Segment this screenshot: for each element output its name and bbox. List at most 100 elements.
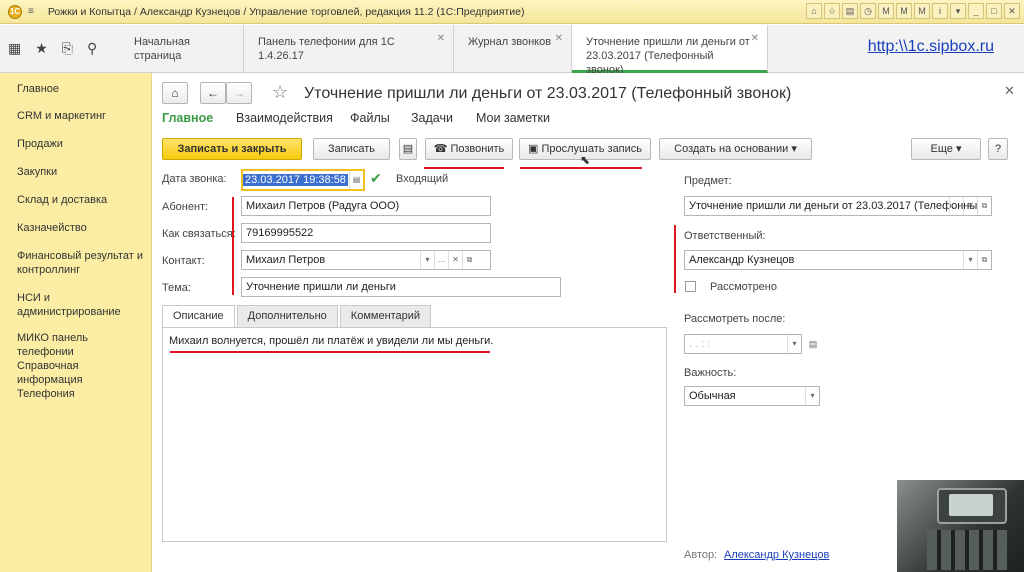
- tab-comment[interactable]: Комментарий: [339, 305, 432, 327]
- window-close-icon[interactable]: ✕: [1004, 3, 1020, 19]
- incoming-checkbox[interactable]: ✔: [370, 170, 382, 187]
- sidebar-item-miko[interactable]: МИКО панель телефонии: [17, 331, 145, 359]
- sidebar-item-reference[interactable]: Справочная информация: [17, 359, 145, 387]
- author-link[interactable]: Александр Кузнецов: [724, 549, 829, 561]
- maximize-icon[interactable]: □: [986, 3, 1002, 19]
- main-menu-icon[interactable]: ≡: [28, 6, 34, 17]
- info-icon[interactable]: i: [932, 3, 948, 19]
- sidebar-item-crm[interactable]: CRM и маркетинг: [17, 109, 145, 123]
- dropdown-icon[interactable]: ▾: [950, 3, 966, 19]
- minimize-icon[interactable]: _: [968, 3, 984, 19]
- site-link[interactable]: http:\\1c.sipbox.ru: [868, 38, 994, 56]
- subscriber-field[interactable]: Михаил Петров (Радуга ООО): [241, 196, 491, 216]
- back-button[interactable]: ←: [200, 82, 226, 104]
- call-date-label: Дата звонка:: [162, 173, 227, 185]
- search-icon[interactable]: ⚲: [87, 40, 97, 57]
- form-close-icon[interactable]: ✕: [1004, 83, 1015, 99]
- close-icon[interactable]: ✕: [751, 32, 759, 46]
- importance-field[interactable]: Обычная ▾: [684, 386, 820, 406]
- contact-how-label: Как связаться:: [162, 228, 236, 240]
- help-button[interactable]: ?: [988, 138, 1008, 160]
- subtab-files[interactable]: Файлы: [350, 111, 390, 125]
- open-icon[interactable]: ⧉: [977, 197, 991, 215]
- create-based-button[interactable]: Создать на основании ▾: [659, 138, 812, 160]
- chevron-down-icon[interactable]: ▾: [963, 251, 977, 269]
- calendar-icon[interactable]: ▤: [806, 335, 820, 353]
- subtab-notes[interactable]: Мои заметки: [476, 111, 550, 125]
- chevron-down-icon[interactable]: ▾: [420, 251, 434, 269]
- favorite-star-icon[interactable]: ☆: [272, 82, 288, 103]
- print-icon[interactable]: ▤: [842, 3, 858, 19]
- form-title: Уточнение пришли ли деньги от 23.03.2017…: [304, 85, 792, 102]
- chevron-down-icon: ▾: [955, 143, 962, 155]
- window-title: Рожки и Копытца / Александр Кузнецов / У…: [47, 5, 525, 18]
- sidebar-item-admin[interactable]: НСИ и администрирование: [17, 291, 145, 319]
- home-icon[interactable]: ⌂: [806, 3, 822, 19]
- home-button[interactable]: ⌂: [162, 82, 188, 104]
- sidebar-item-treasury[interactable]: Казначейство: [17, 221, 145, 235]
- sidebar-item-main[interactable]: Главное: [17, 82, 145, 96]
- tab-current-call[interactable]: Уточнение пришли ли деньги от 23.03.2017…: [572, 25, 768, 76]
- review-after-field[interactable]: . . : : ▾: [684, 334, 802, 354]
- ellipsis-icon[interactable]: …: [949, 197, 963, 215]
- annotation-underline: [424, 167, 504, 169]
- apps-grid-icon[interactable]: ▦: [8, 40, 21, 57]
- history-icon[interactable]: ◷: [860, 3, 876, 19]
- sidebar-item-purchases[interactable]: Закупки: [17, 165, 145, 179]
- close-icon[interactable]: ✕: [437, 32, 445, 46]
- call-date-field[interactable]: 23.03.2017 19:38:58 ▤: [241, 169, 365, 191]
- tab-bar: ▦ ★ ⎘ ⚲ Начальная страница Панель телефо…: [0, 25, 1024, 76]
- chevron-down-icon[interactable]: ▾: [805, 387, 819, 405]
- history-clock-icon[interactable]: ⎘: [62, 40, 73, 57]
- calendar-icon[interactable]: ▤: [349, 171, 363, 189]
- responsible-field[interactable]: Александр Кузнецов ▾ ⧉: [684, 250, 992, 270]
- call-button[interactable]: ☎ Позвонить: [425, 138, 513, 160]
- m-plus-icon[interactable]: M: [896, 3, 912, 19]
- contact-how-field[interactable]: 79169995522: [241, 223, 491, 243]
- more-button[interactable]: Еще ▾: [911, 138, 981, 160]
- forward-button[interactable]: →: [226, 82, 252, 104]
- m-icon[interactable]: M: [878, 3, 894, 19]
- tab-description[interactable]: Описание: [162, 305, 235, 327]
- topic-field[interactable]: Уточнение пришли ли деньги: [241, 277, 561, 297]
- annotation-bracket: [232, 197, 234, 295]
- subtab-interactions[interactable]: Взаимодействия: [236, 111, 333, 125]
- open-icon[interactable]: ⧉: [977, 251, 991, 269]
- phone-screen: [949, 494, 993, 516]
- record-icon: ▣: [527, 143, 539, 155]
- ellipsis-icon[interactable]: …: [434, 251, 448, 269]
- tab-additional[interactable]: Дополнительно: [236, 305, 338, 327]
- sidebar-item-finance[interactable]: Финансовый результат и контроллинг: [17, 249, 145, 277]
- mouse-cursor-icon: ⬉: [580, 153, 591, 167]
- subject-label: Предмет:: [684, 175, 732, 187]
- star-icon[interactable]: ☆: [824, 3, 840, 19]
- document-icon[interactable]: ▤: [399, 138, 417, 160]
- window-title-bar: 1С ≡ Рожки и Копытца / Александр Кузнецо…: [0, 0, 1024, 24]
- tab-telephony-panel[interactable]: Панель телефонии для 1С 1.4.26.17 ✕: [244, 25, 454, 73]
- m-minus-icon[interactable]: M: [914, 3, 930, 19]
- reviewed-checkbox[interactable]: [685, 281, 696, 292]
- sidebar-item-sales[interactable]: Продажи: [17, 137, 145, 151]
- sidebar-item-warehouse[interactable]: Склад и доставка: [17, 193, 145, 207]
- tab-call-journal[interactable]: Журнал звонков ✕: [454, 25, 572, 73]
- subtab-main[interactable]: Главное: [162, 111, 213, 125]
- description-textarea[interactable]: Михаил волнуется, прошёл ли платёж и уви…: [162, 327, 667, 542]
- phone-icon: ☎: [433, 143, 448, 155]
- sidebar-item-telephony[interactable]: Телефония: [17, 387, 145, 401]
- subscriber-label: Абонент:: [162, 201, 209, 213]
- tab-home[interactable]: Начальная страница: [120, 25, 244, 73]
- chevron-down-icon[interactable]: ▾: [787, 335, 801, 353]
- clear-icon[interactable]: ✕: [448, 251, 462, 269]
- contact-field[interactable]: Михаил Петров ▾ … ✕ ⧉: [241, 250, 491, 270]
- open-icon[interactable]: ⧉: [462, 251, 476, 269]
- save-close-button[interactable]: Записать и закрыть: [162, 138, 302, 160]
- review-after-label: Рассмотреть после:: [684, 313, 786, 325]
- favorites-star-icon[interactable]: ★: [35, 40, 48, 57]
- subject-field[interactable]: Уточнение пришли ли деньги от 23.03.2017…: [684, 196, 992, 216]
- close-icon[interactable]: ✕: [555, 32, 563, 46]
- inner-tabs: Описание Дополнительно Комментарий: [162, 305, 433, 327]
- clear-icon[interactable]: ✕: [963, 197, 977, 215]
- subtab-tasks[interactable]: Задачи: [411, 111, 453, 125]
- annotation-bracket: [674, 225, 676, 293]
- save-button[interactable]: Записать: [313, 138, 390, 160]
